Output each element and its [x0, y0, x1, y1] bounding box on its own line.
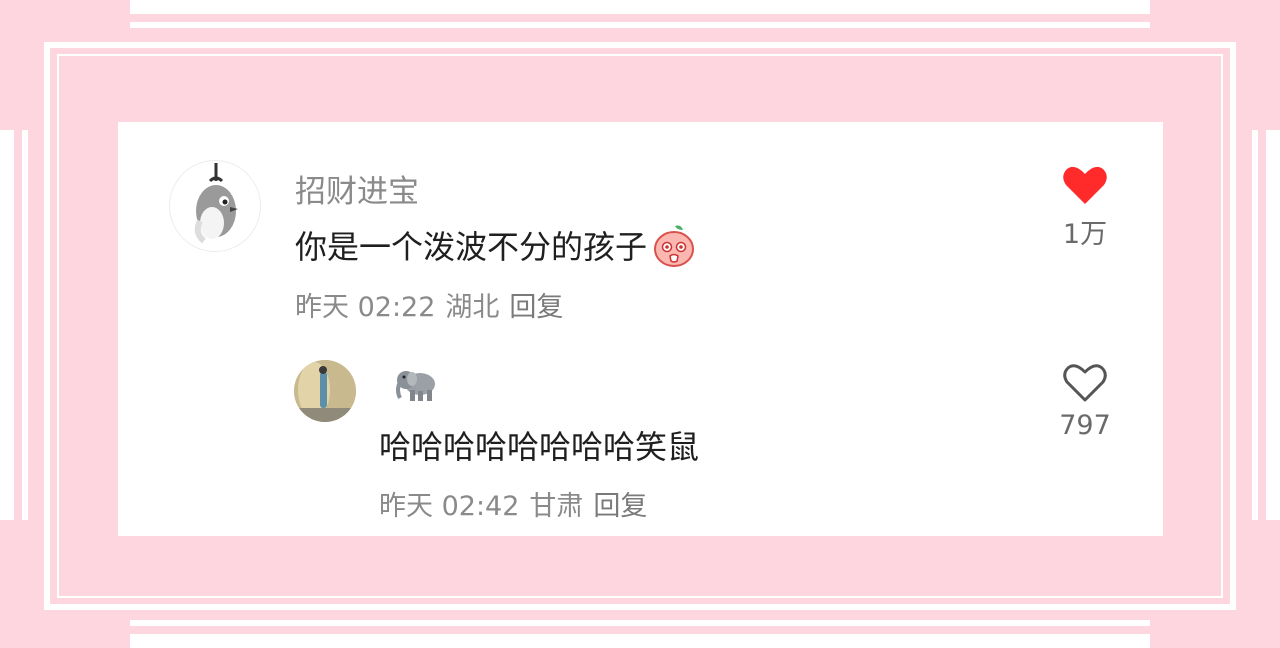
frame-stripe — [22, 130, 28, 520]
comment-text-content: 你是一个泼波不分的孩子 — [295, 228, 648, 266]
comment-meta: 昨天 02:22 湖北 回复 — [295, 285, 573, 324]
like-button[interactable]: 797 — [1045, 362, 1125, 441]
elephant-emoji-icon — [396, 371, 435, 401]
like-count: 1万 — [1062, 219, 1108, 250]
comment-text: 你是一个泼波不分的孩子 — [295, 222, 697, 276]
comment-time: 昨天 02:22 — [295, 292, 436, 323]
avatar[interactable] — [294, 360, 356, 422]
comment-location: 湖北 — [445, 292, 500, 323]
photo-avatar-icon — [294, 360, 356, 422]
frame-stripe — [130, 22, 1150, 28]
frame-stripe — [1266, 130, 1280, 520]
heart-filled-icon[interactable] — [1062, 164, 1108, 206]
like-count: 797 — [1059, 410, 1111, 441]
frame-stripe — [0, 130, 14, 520]
comment-meta: 昨天 02:42 甘肃 回复 — [379, 484, 657, 523]
comment-time: 昨天 02:42 — [379, 491, 520, 522]
heart-outline-icon[interactable] — [1062, 362, 1108, 404]
frame-stripe — [130, 620, 1150, 626]
comment-location: 甘肃 — [529, 491, 584, 522]
cartoon-bird-avatar-icon — [194, 163, 238, 244]
comment-username[interactable] — [394, 364, 440, 412]
comment-card: 招财进宝 你是一个泼波不分的孩子 昨天 02:22 湖北 回复 1万 哈哈哈哈哈… — [118, 122, 1163, 536]
avatar[interactable] — [169, 160, 261, 252]
like-button[interactable]: 1万 — [1045, 164, 1125, 251]
frame-stripe — [130, 634, 1150, 648]
frame-stripe — [1252, 130, 1258, 520]
reply-button[interactable]: 回复 — [509, 292, 563, 323]
reply-button[interactable]: 回复 — [593, 491, 647, 522]
comment-username[interactable]: 招财进宝 — [295, 166, 419, 211]
peach-face-emoji-icon — [651, 222, 697, 276]
frame-stripe — [130, 0, 1150, 14]
comment-text: 哈哈哈哈哈哈哈哈笑鼠 — [379, 428, 700, 466]
